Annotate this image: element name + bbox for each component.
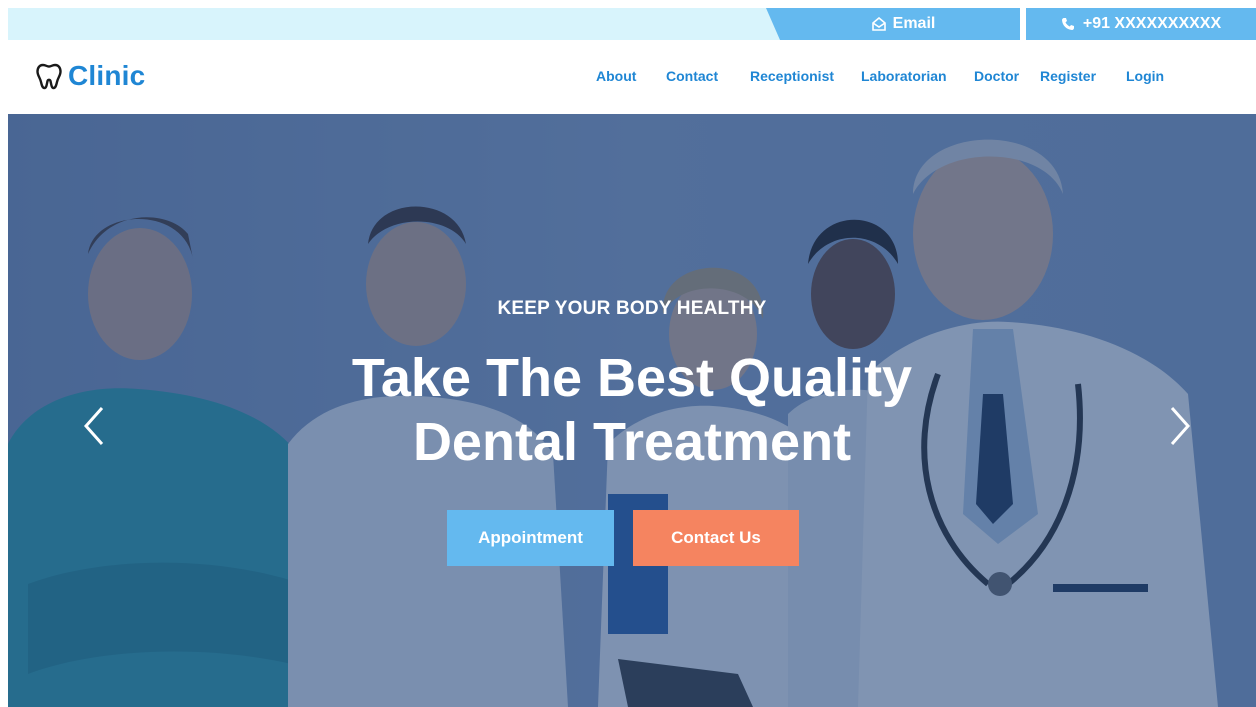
email-link[interactable]: Email — [766, 8, 1020, 40]
carousel-prev-button[interactable] — [80, 404, 110, 448]
hero-headline-line-2: Dental Treatment — [412, 412, 852, 472]
chevron-left-icon — [83, 407, 104, 445]
page: Email +91 XXXXXXXXXX Clinic About Contac… — [8, 8, 1256, 707]
contact-us-button[interactable]: Contact Us — [633, 510, 799, 566]
nav-link-about[interactable]: About — [596, 68, 636, 84]
envelope-icon — [871, 17, 887, 31]
nav-link-register[interactable]: Register — [1040, 68, 1096, 84]
nav-link-doctor[interactable]: Doctor — [974, 68, 1019, 84]
appointment-button[interactable]: Appointment — [447, 510, 614, 566]
nav-link-laboratorian[interactable]: Laboratorian — [861, 68, 947, 84]
phone-link[interactable]: +91 XXXXXXXXXX — [1026, 8, 1256, 40]
hero-headline: Take The Best Quality Dental Treatment — [8, 346, 1256, 474]
top-contact-bar: Email +91 XXXXXXXXXX — [8, 8, 1256, 40]
hero-carousel: KEEP YOUR BODY HEALTHY Take The Best Qua… — [8, 114, 1256, 707]
hero-headline-line-1: Take The Best Quality — [351, 348, 913, 408]
hero-eyebrow: KEEP YOUR BODY HEALTHY — [497, 298, 767, 319]
phone-icon — [1061, 17, 1075, 31]
phone-label: +91 XXXXXXXXXX — [1082, 15, 1222, 32]
nav-link-contact[interactable]: Contact — [666, 68, 718, 84]
main-nav: About Contact Receptionist Laboratorian … — [8, 68, 1256, 88]
nav-link-receptionist[interactable]: Receptionist — [750, 68, 834, 84]
carousel-next-button[interactable] — [1164, 404, 1194, 448]
nav-link-login[interactable]: Login — [1126, 68, 1164, 84]
chevron-right-icon — [1170, 407, 1191, 445]
email-label: Email — [892, 15, 936, 32]
navbar: Clinic About Contact Receptionist Labora… — [8, 40, 1256, 114]
